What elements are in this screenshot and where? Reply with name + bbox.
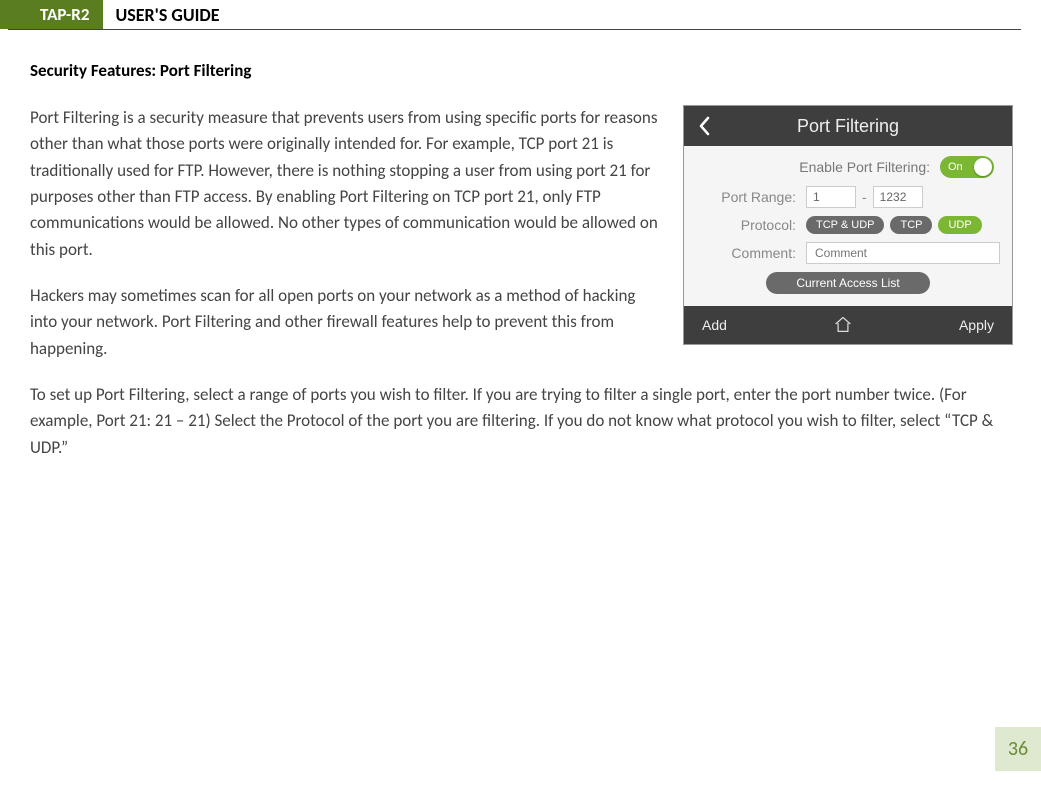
protocol-label: Protocol: [696, 217, 796, 233]
enable-row: Enable Port Filtering: On [696, 156, 1000, 178]
port-range-label: Port Range: [696, 189, 796, 205]
paragraph-3: To set up Port Filtering, select a range… [30, 382, 1013, 461]
product-name: TAP-R2 [40, 4, 89, 25]
device-titlebar: Port Filtering [684, 106, 1012, 146]
protocol-tcpudp-button[interactable]: TCP & UDP [806, 216, 884, 234]
comment-label: Comment: [696, 245, 796, 261]
apply-button[interactable]: Apply [959, 317, 994, 333]
home-icon [833, 315, 853, 333]
page-number-box: 36 [995, 727, 1041, 771]
product-badge: TAP-R2 [0, 0, 103, 29]
protocol-udp-button[interactable]: UDP [938, 216, 981, 234]
port-to-input[interactable] [873, 186, 923, 208]
current-access-list-button[interactable]: Current Access List [766, 272, 929, 294]
protocol-row: Protocol: TCP & UDP TCP UDP [696, 216, 1000, 234]
comment-input[interactable] [806, 242, 1000, 264]
protocol-tcp-button[interactable]: TCP [890, 216, 932, 234]
device-footer: Add Apply [684, 306, 1012, 344]
device-title: Port Filtering [684, 116, 1012, 137]
section-heading: Security Features: Port Filtering [30, 60, 1013, 81]
device-screenshot: Port Filtering Enable Port Filtering: On… [683, 105, 1013, 345]
body-wrap: Port Filtering Enable Port Filtering: On… [30, 105, 1013, 461]
toggle-on-label: On [948, 161, 963, 173]
port-range-separator: - [862, 189, 867, 205]
protocol-pill-group: TCP & UDP TCP UDP [806, 216, 982, 234]
page-content: Security Features: Port Filtering Port F… [0, 30, 1041, 461]
device-form: Enable Port Filtering: On Port Range: - … [684, 146, 1012, 306]
enable-label: Enable Port Filtering: [799, 159, 930, 175]
port-from-input[interactable] [806, 186, 856, 208]
add-button[interactable]: Add [702, 317, 727, 333]
toggle-knob [974, 158, 992, 176]
doc-title: USER'S GUIDE [103, 0, 231, 29]
enable-toggle[interactable]: On [940, 156, 994, 178]
home-button[interactable] [833, 315, 853, 336]
chevron-left-icon [697, 116, 711, 136]
back-button[interactable] [684, 106, 724, 146]
comment-row: Comment: [696, 242, 1000, 264]
page-number: 36 [1008, 737, 1028, 761]
doc-header: TAP-R2 USER'S GUIDE [8, 0, 1021, 30]
port-range-row: Port Range: - [696, 186, 1000, 208]
